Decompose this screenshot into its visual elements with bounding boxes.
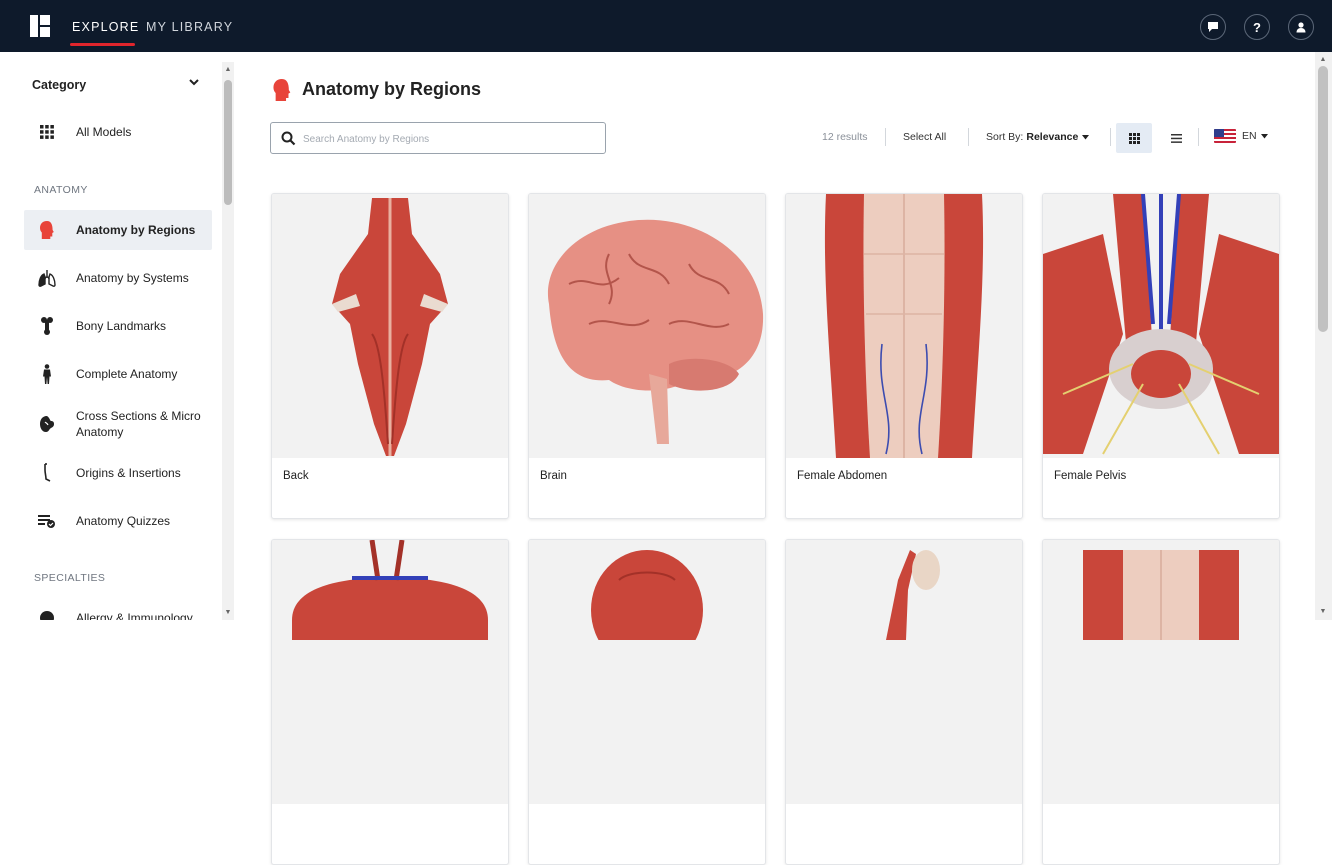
model-card[interactable] — [528, 539, 766, 865]
top-navigation-bar: EXPLORE MY LIBRARY ? — [0, 0, 1332, 52]
tab-explore[interactable]: EXPLORE — [72, 20, 139, 34]
active-tab-indicator — [70, 43, 135, 46]
page-title: Anatomy by Regions — [302, 79, 482, 99]
divider — [968, 128, 969, 146]
model-thumbnail — [272, 194, 508, 458]
model-thumbnail — [529, 194, 765, 458]
caret-down-icon — [1082, 134, 1090, 139]
section-label-anatomy: ANATOMY — [34, 184, 88, 196]
grid-view-button[interactable] — [1116, 123, 1152, 153]
model-thumbnail — [529, 540, 765, 804]
app-logo[interactable] — [30, 15, 50, 37]
card-title: Back — [283, 470, 309, 482]
category-header[interactable]: Category — [32, 78, 86, 92]
grid-icon — [28, 120, 66, 144]
model-card-back[interactable]: Back — [271, 193, 509, 519]
sidebar-item-anatomy-quizzes[interactable]: Anatomy Quizzes — [24, 501, 212, 541]
tab-my-library[interactable]: MY LIBRARY — [146, 20, 233, 34]
model-card[interactable] — [1042, 539, 1280, 865]
card-title: Female Pelvis — [1054, 470, 1127, 482]
sidebar-item-complete-anatomy[interactable]: Complete Anatomy — [24, 354, 212, 394]
scroll-up-arrow-icon[interactable]: ▲ — [224, 66, 232, 74]
search-box[interactable] — [270, 122, 606, 154]
sidebar-item-allergy-immunology[interactable]: Allergy & Immunology — [24, 598, 212, 620]
sidebar-item-label: Anatomy by Systems — [76, 271, 189, 285]
head-icon — [273, 79, 291, 101]
search-input[interactable] — [303, 130, 593, 148]
scroll-up-arrow-icon[interactable]: ▲ — [1318, 56, 1328, 63]
main-scrollbar-thumb[interactable] — [1318, 66, 1328, 332]
model-thumbnail — [786, 540, 1022, 804]
muscle-icon — [28, 461, 66, 485]
model-thumbnail — [786, 194, 1022, 458]
divider — [1110, 128, 1111, 146]
sidebar-item-label: Anatomy Quizzes — [76, 514, 171, 528]
allergy-icon — [28, 606, 66, 620]
sidebar-item-label: Allergy & Immunology — [76, 611, 193, 620]
model-card-female-abdomen[interactable]: Female Abdomen — [785, 193, 1023, 519]
sidebar-item-label: Complete Anatomy — [76, 367, 178, 381]
sort-label: Sort By: — [986, 131, 1024, 143]
us-flag-icon — [1214, 129, 1236, 143]
sidebar-item-cross-sections[interactable]: Cross Sections & Micro Anatomy — [24, 402, 212, 446]
card-title: Brain — [540, 470, 567, 482]
model-thumbnail — [1043, 540, 1279, 804]
grid-view-icon — [1128, 132, 1140, 144]
list-view-button[interactable] — [1158, 123, 1194, 153]
model-thumbnail — [272, 540, 508, 804]
results-count: 12 results — [822, 131, 868, 143]
sidebar-item-label: Bony Landmarks — [76, 319, 167, 333]
language-selector[interactable]: EN — [1214, 129, 1268, 143]
model-thumbnail — [1043, 194, 1279, 458]
chat-icon[interactable] — [1200, 14, 1226, 40]
sort-dropdown[interactable]: Sort By: Relevance — [986, 131, 1090, 143]
sidebar-item-bony-landmarks[interactable]: Bony Landmarks — [24, 306, 212, 346]
scroll-down-arrow-icon[interactable]: ▼ — [224, 609, 232, 617]
divider — [1198, 128, 1199, 146]
sidebar-item-label: Anatomy by Regions — [76, 223, 196, 237]
body-icon — [28, 362, 66, 386]
sidebar-item-label: Origins & Insertions — [76, 466, 181, 480]
lungs-icon — [28, 266, 66, 290]
divider — [885, 128, 886, 146]
sidebar-item-label: All Models — [76, 125, 132, 139]
sidebar-item-anatomy-by-systems[interactable]: Anatomy by Systems — [24, 258, 212, 298]
help-icon[interactable]: ? — [1244, 14, 1270, 40]
search-icon — [281, 131, 296, 146]
sidebar-item-label: Cross Sections & Micro Anatomy — [76, 409, 201, 439]
model-card[interactable] — [271, 539, 509, 865]
model-card[interactable] — [785, 539, 1023, 865]
user-icon[interactable] — [1288, 14, 1314, 40]
sidebar-scrollbar-thumb[interactable] — [224, 80, 232, 205]
select-all-button[interactable]: Select All — [903, 131, 946, 143]
chevron-down-icon[interactable] — [188, 76, 200, 88]
sidebar-item-origins-insertions[interactable]: Origins & Insertions — [24, 453, 212, 493]
card-title: Female Abdomen — [797, 470, 888, 482]
sidebar-item-all-models[interactable]: All Models — [24, 112, 212, 152]
scroll-down-arrow-icon[interactable]: ▼ — [1318, 608, 1328, 615]
bone-icon — [28, 314, 66, 338]
sidebar-item-anatomy-by-regions[interactable]: Anatomy by Regions — [24, 210, 212, 250]
head-icon — [28, 218, 66, 242]
sort-value: Relevance — [1026, 131, 1079, 143]
category-sidebar: Category All Models ANATOMY Anatomy by R… — [14, 62, 222, 620]
quiz-icon — [28, 509, 66, 533]
model-card-brain[interactable]: Brain — [528, 193, 766, 519]
section-label-specialties: SPECIALTIES — [34, 572, 106, 584]
model-card-female-pelvis[interactable]: Female Pelvis — [1042, 193, 1280, 519]
language-label: EN — [1242, 130, 1257, 142]
list-view-icon — [1170, 133, 1182, 143]
caret-down-icon — [1260, 133, 1268, 138]
kidney-icon — [28, 412, 66, 436]
